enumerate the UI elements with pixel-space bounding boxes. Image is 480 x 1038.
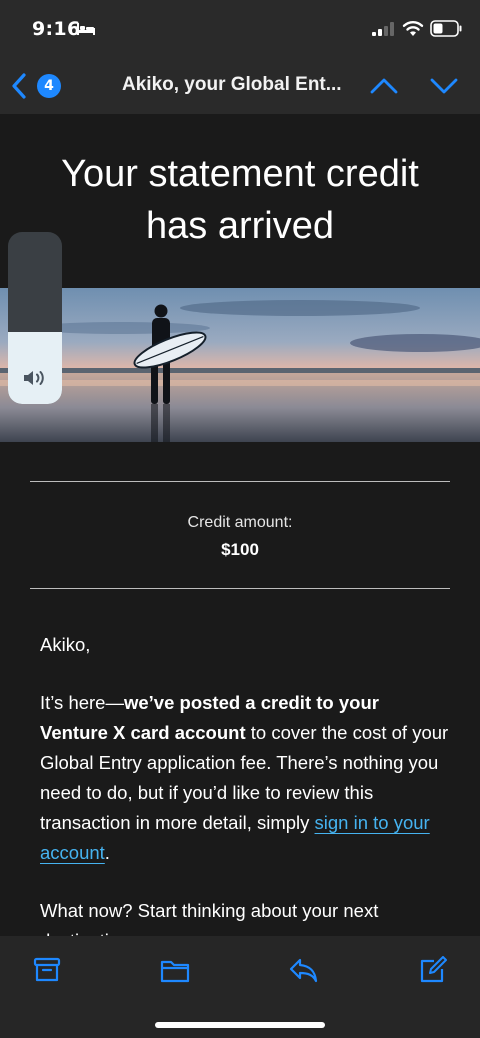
credit-amount-label: Credit amount: xyxy=(187,514,293,531)
para-intro: It’s here— xyxy=(40,692,124,713)
signal-icon xyxy=(372,22,394,36)
wifi-icon xyxy=(402,21,424,36)
greeting-text: Akiko, xyxy=(40,634,91,655)
headline-line-1: Your statement credit xyxy=(61,153,419,195)
status-time: 9:16 xyxy=(32,18,81,40)
email-headline: Your statement credit has arrived xyxy=(0,148,480,252)
archive-icon[interactable] xyxy=(32,956,62,984)
volume-hud[interactable] xyxy=(8,232,62,404)
compose-icon[interactable] xyxy=(418,956,448,984)
mail-toolbar xyxy=(0,936,480,1038)
next-paragraph: What now? Start thinking about your next… xyxy=(40,900,379,936)
down-chevron-icon[interactable] xyxy=(430,76,458,96)
credit-amount-value: $100 xyxy=(221,540,259,559)
back-chevron-icon[interactable] xyxy=(10,72,28,100)
credit-paragraph: It’s here—we’ve posted a credit to your … xyxy=(40,688,450,868)
divider-top xyxy=(30,481,450,482)
folder-icon[interactable] xyxy=(160,956,190,984)
surfer-sunset-image xyxy=(0,288,480,442)
email-body[interactable]: Your statement credit has arrived Credit… xyxy=(0,114,480,936)
status-bar: 9:16 xyxy=(0,0,480,58)
speaker-icon xyxy=(24,371,44,385)
up-chevron-icon[interactable] xyxy=(370,76,398,96)
message-subject-title: Akiko, your Global Ent... xyxy=(122,74,342,95)
divider-bottom xyxy=(30,588,450,589)
headline-line-2: has arrived xyxy=(146,205,334,247)
para-end: . xyxy=(104,842,110,863)
bed-icon xyxy=(77,23,95,35)
battery-icon xyxy=(430,20,462,37)
unread-count-badge[interactable]: 4 xyxy=(37,74,61,98)
home-indicator[interactable] xyxy=(155,1022,325,1028)
mail-nav-bar: 4 Akiko, your Global Ent... xyxy=(0,58,480,114)
reply-icon[interactable] xyxy=(288,956,318,984)
